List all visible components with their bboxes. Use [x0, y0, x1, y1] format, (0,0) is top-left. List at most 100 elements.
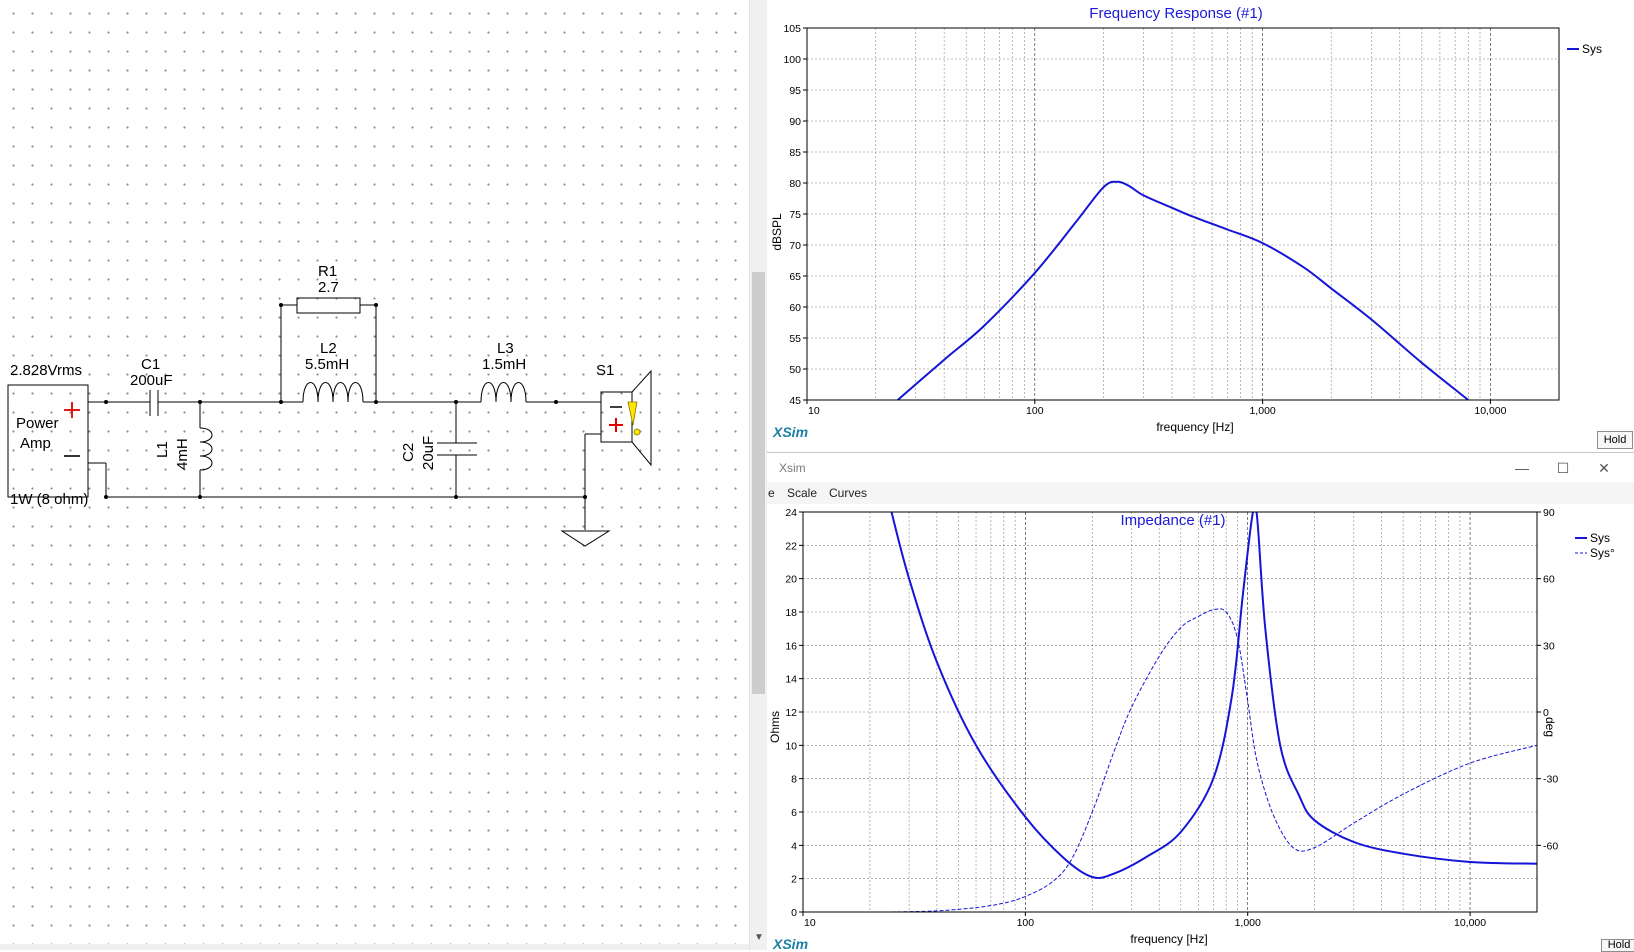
y-tick-label: 50: [789, 364, 801, 376]
l3-coil: [480, 382, 527, 403]
l1-name-label: L1: [154, 441, 171, 458]
s1-name-label: S1: [596, 362, 614, 379]
x-axis-ticks: 10 100 1,000 10,000: [806, 400, 1507, 417]
frequency-response-chart[interactable]: Frequency Response (#1) 45 50 55 60 65 70 75 80…: [767, 0, 1634, 450]
window-title: Xsim: [779, 461, 806, 475]
hold-button[interactable]: Hold: [1601, 939, 1634, 952]
legend-entry: Sys°: [1590, 546, 1615, 560]
x-tick-label: 100: [1017, 917, 1035, 929]
menu-curves[interactable]: Curves: [829, 486, 867, 500]
minimize-button[interactable]: —: [1507, 457, 1537, 479]
c1-value-label: 200uF: [130, 372, 173, 389]
menu-bar: e Scale Curves: [767, 482, 1634, 504]
scrollbar-thumb[interactable]: [752, 272, 765, 694]
y2-tick-label: 30: [1543, 640, 1555, 652]
s1-speaker-box[interactable]: [600, 391, 633, 443]
c1-name-label: C1: [141, 356, 160, 373]
impedance-window: Xsim — ☐ ✕ e Scale Curves Impedance (#1)…: [767, 452, 1634, 952]
y-tick-label: 24: [785, 507, 797, 519]
xsim-brand-logo: XSim: [772, 424, 808, 440]
amp-plus-icon: [64, 402, 80, 418]
x-tick-label: 10,000: [1454, 917, 1486, 929]
x-tick-label: 100: [1026, 405, 1044, 417]
l1-coil: [199, 427, 213, 471]
y2-tick-label: -60: [1543, 840, 1558, 852]
c2-name-label: C2: [400, 443, 417, 462]
l2-value-label: 5.5mH: [305, 356, 349, 373]
schematic-vertical-scrollbar[interactable]: ▼: [749, 0, 768, 950]
y-tick-label: 16: [785, 640, 797, 652]
chart-legend: SysSys°: [1575, 531, 1615, 560]
y-tick-label: 22: [785, 540, 797, 552]
y-tick-label: 4: [791, 840, 797, 852]
y-tick-label: 75: [789, 209, 801, 221]
impedance-chart[interactable]: Impedance (#1) 024681012141618202224 906…: [767, 504, 1634, 950]
series-line-sys: [890, 512, 1537, 880]
r1-resistor-body: [296, 297, 361, 314]
series-line-phase: [891, 608, 1537, 912]
y-tick-label: 18: [785, 607, 797, 619]
y-tick-label: 95: [789, 85, 801, 97]
hold-button[interactable]: Hold: [1597, 431, 1633, 449]
window-titlebar[interactable]: Xsim — ☐ ✕: [767, 452, 1634, 483]
x-axis-ticks: 10 100 1,000 10,000: [802, 912, 1486, 929]
y-tick-label: 20: [785, 574, 797, 586]
s1-speaker-cone: [631, 369, 652, 467]
y-tick-label: 0: [791, 907, 797, 919]
frequency-response-window: Frequency Response (#1) 45 50 55 60 65 70 75 80…: [767, 0, 1634, 450]
chart-grid: [803, 511, 1538, 913]
x-tick-label: 1,000: [1235, 917, 1261, 929]
y-axis-label: Ohms: [768, 711, 782, 743]
x-axis-label: frequency [Hz]: [1130, 932, 1207, 946]
legend-entry: Sys: [1582, 42, 1602, 56]
y-tick-label: 100: [783, 54, 801, 66]
source-name-line2: Amp: [20, 435, 51, 452]
menu-scale[interactable]: Scale: [787, 486, 817, 500]
y-axis-ticks: 024681012141618202224: [785, 507, 803, 919]
warning-dot-icon: [633, 428, 641, 436]
plot-frame: [802, 511, 1538, 913]
y2-tick-label: -30: [1543, 774, 1558, 786]
chart-legend: Sys: [1567, 42, 1602, 56]
scroll-down-arrow-icon[interactable]: ▼: [750, 930, 768, 946]
y-tick-label: 8: [791, 774, 797, 786]
series-group: [897, 180, 1469, 400]
chart-title: Frequency Response (#1): [1089, 5, 1262, 22]
schematic-drawing: 2.828Vrms Power Amp 1W (8 ohm) C1 200uF …: [7, 263, 652, 547]
y-tick-label: 90: [789, 116, 801, 128]
y-tick-label: 60: [789, 302, 801, 314]
y-tick-label: 65: [789, 271, 801, 283]
xsim-brand-logo: XSim: [772, 936, 808, 950]
x-tick-label: 10,000: [1474, 405, 1506, 417]
y2-tick-label: 60: [1543, 574, 1555, 586]
maximize-button[interactable]: ☐: [1548, 457, 1578, 479]
x-tick-label: 1,000: [1249, 405, 1275, 417]
y2-axis-ticks: 9060300-30-60: [1537, 507, 1558, 852]
l3-value-label: 1.5mH: [482, 356, 526, 373]
series-line-sys: [897, 180, 1469, 400]
r1-value-label: 2.7: [318, 279, 339, 296]
x-axis-label: frequency [Hz]: [1156, 420, 1233, 434]
y-tick-label: 45: [789, 395, 801, 407]
x-tick-label: 10: [808, 405, 820, 417]
ground-symbol: [560, 530, 611, 547]
chart-title: Impedance (#1): [1120, 512, 1225, 529]
y-axis-label: dBSPL: [770, 213, 784, 251]
y2-axis-label: deg: [1543, 717, 1557, 737]
source-voltage-label: 2.828Vrms: [10, 362, 82, 379]
y-tick-label: 10: [785, 740, 797, 752]
schematic-canvas[interactable]: 2.828Vrms Power Amp 1W (8 ohm) C1 200uF …: [0, 0, 740, 950]
y-tick-label: 70: [789, 240, 801, 252]
l2-coil: [302, 382, 364, 403]
r1-name-label: R1: [318, 263, 337, 280]
source-power-label: 1W (8 ohm): [10, 491, 88, 508]
y-axis-ticks: 45 50 55 60 65 70 75 80 85 90 95 100 105: [783, 23, 807, 407]
close-button[interactable]: ✕: [1589, 457, 1619, 479]
s1-plus-icon: [609, 418, 623, 432]
schematic-horizontal-scrollbar[interactable]: [0, 944, 749, 950]
menu-file-partial[interactable]: e: [768, 486, 775, 500]
y-tick-label: 85: [789, 147, 801, 159]
y-tick-label: 12: [785, 707, 797, 719]
l3-name-label: L3: [497, 340, 514, 357]
l2-name-label: L2: [320, 340, 337, 357]
